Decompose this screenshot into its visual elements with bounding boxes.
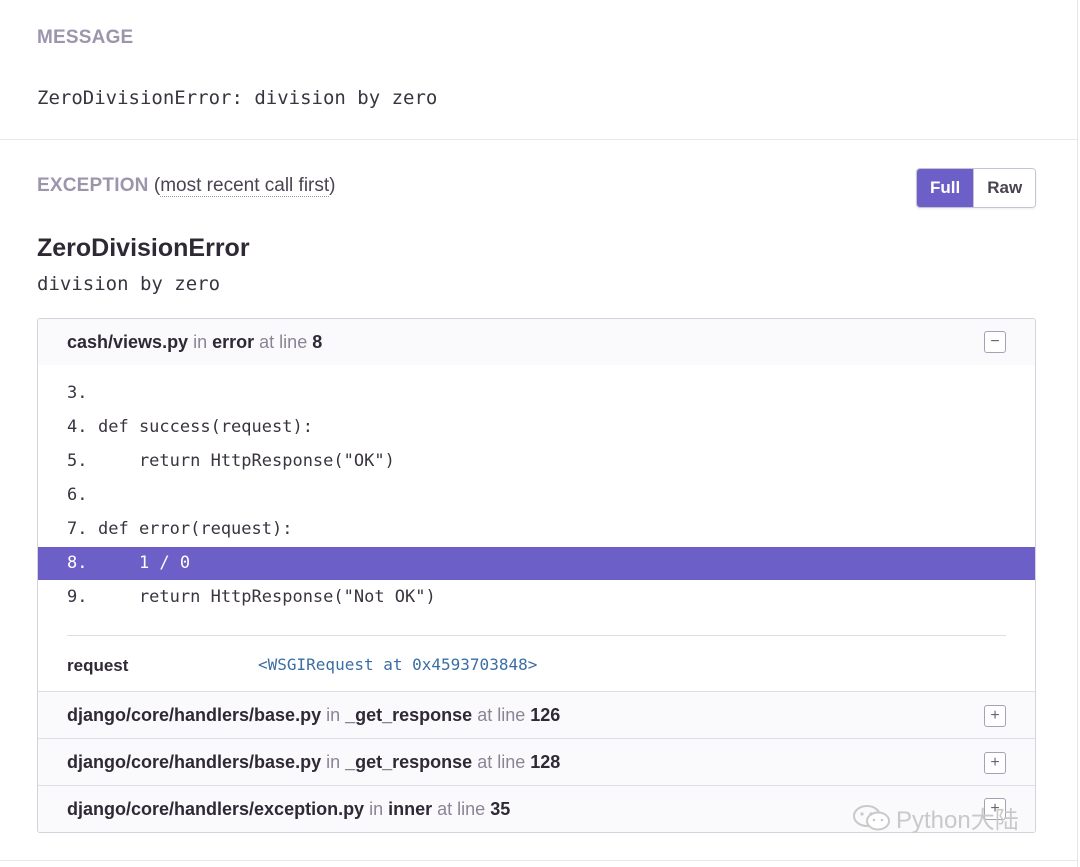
variables-divider: [67, 635, 1006, 636]
watermark: Python大陆: [852, 800, 1019, 835]
frame-lineno: 35: [490, 799, 511, 819]
frame-header[interactable]: cash/views.py in error at line 8 −: [38, 319, 1035, 365]
message-label: MESSAGE: [37, 27, 134, 48]
exception-order-note: (most recent call first): [153, 175, 336, 197]
frame-filename: django/core/handlers/exception.py: [67, 799, 365, 819]
code-line: 5. return HttpResponse("OK"): [67, 451, 395, 471]
stacktrace-view-toggle: Full Raw: [916, 168, 1037, 208]
frame-title: cash/views.py in error at line 8: [67, 332, 323, 352]
frame-filename: cash/views.py: [67, 332, 189, 352]
exception-value: division by zero: [37, 273, 221, 295]
frame-header[interactable]: django/core/handlers/base.py in _get_res…: [38, 739, 1035, 785]
frame-function: error: [212, 332, 255, 352]
frame-filename: django/core/handlers/base.py: [67, 752, 322, 772]
variable-value: <WSGIRequest at 0x4593703848>: [258, 655, 538, 674]
frame-title: django/core/handlers/base.py in _get_res…: [67, 705, 561, 725]
code-line: 9. return HttpResponse("Not OK"): [67, 587, 436, 607]
section-divider: [0, 860, 1078, 861]
wechat-icon: [853, 804, 890, 830]
frame-function: _get_response: [345, 705, 473, 725]
message-text: ZeroDivisionError: division by zero: [37, 87, 438, 109]
expand-icon[interactable]: +: [984, 705, 1006, 727]
exception-type: ZeroDivisionError: [37, 234, 250, 262]
stacktrace-frames: cash/views.py in error at line 8 − 3. 4.…: [37, 318, 1036, 833]
frame-function: _get_response: [345, 752, 473, 772]
variable-name: request: [67, 656, 129, 675]
frame-lineno: 128: [530, 752, 561, 772]
full-button[interactable]: Full: [917, 169, 974, 207]
raw-button[interactable]: Raw: [973, 169, 1036, 207]
frame-header[interactable]: django/core/handlers/base.py in _get_res…: [38, 692, 1035, 738]
frame-title: django/core/handlers/base.py in _get_res…: [67, 752, 561, 772]
code-line: 3.: [67, 383, 88, 403]
frame-title: django/core/handlers/exception.py in inn…: [67, 799, 511, 819]
exception-header: EXCEPTION (most recent call first): [37, 175, 335, 197]
code-line-highlighted: 8. 1 / 0: [38, 547, 1035, 580]
exception-order-link[interactable]: most recent call first: [160, 175, 330, 197]
code-line: 7. def error(request):: [67, 519, 293, 539]
exception-label: EXCEPTION: [37, 175, 149, 196]
frame-lineno: 126: [530, 705, 561, 725]
message-section: MESSAGE ZeroDivisionError: division by z…: [0, 0, 1078, 140]
code-line: 4. def success(request):: [67, 417, 313, 437]
frame-lineno: 8: [312, 332, 323, 352]
frame-function: inner: [388, 799, 433, 819]
code-line: 6.: [67, 485, 88, 505]
frame-filename: django/core/handlers/base.py: [67, 705, 322, 725]
expand-icon[interactable]: +: [984, 752, 1006, 774]
collapse-icon[interactable]: −: [984, 331, 1006, 353]
watermark-text: Python大陆: [896, 807, 1019, 834]
